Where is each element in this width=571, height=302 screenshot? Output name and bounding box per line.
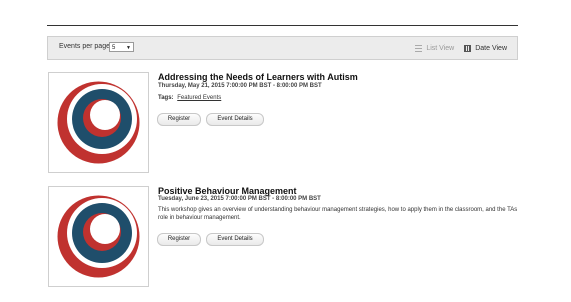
view-switch: List View Date View: [415, 42, 507, 54]
event-tags: Tags: Featured Events: [158, 95, 221, 101]
events-toolbar: Events per page 5 ▼ List View Date View: [47, 36, 518, 60]
event-details-button[interactable]: Event Details: [206, 233, 264, 246]
event-thumbnail[interactable]: [48, 186, 149, 287]
list-icon: [415, 44, 423, 52]
organisation-logo: [57, 195, 140, 278]
tag-link[interactable]: Featured Events: [177, 95, 221, 101]
event-description: This workshop gives an overview of under…: [158, 207, 518, 221]
event-title[interactable]: Addressing the Needs of Learners with Au…: [158, 72, 358, 82]
event-details-button[interactable]: Event Details: [206, 113, 264, 126]
register-button[interactable]: Register: [157, 233, 201, 246]
list-view-label: List View: [426, 44, 455, 52]
date-view-toggle[interactable]: Date View: [464, 44, 507, 52]
events-per-page-select[interactable]: 5 ▼: [109, 42, 134, 52]
event-item: Addressing the Needs of Learners with Au…: [47, 72, 517, 182]
calendar-icon: [464, 44, 472, 52]
event-title[interactable]: Positive Behaviour Management: [158, 186, 297, 196]
register-button[interactable]: Register: [157, 113, 201, 126]
event-date: Tuesday, June 23, 2015 7:00:00 PM BST - …: [158, 196, 321, 202]
event-thumbnail[interactable]: [48, 72, 149, 173]
list-view-toggle[interactable]: List View: [415, 44, 455, 52]
tags-label: Tags:: [158, 95, 174, 101]
chevron-down-icon: ▼: [126, 45, 131, 51]
organisation-logo: [57, 81, 140, 164]
events-per-page-label: Events per page: [59, 43, 110, 50]
date-view-label: Date View: [475, 44, 507, 52]
event-date: Thursday, May 21, 2015 7:00:00 PM BST - …: [158, 83, 322, 89]
event-item: Positive Behaviour Management Tuesday, J…: [47, 186, 517, 296]
events-per-page-value: 5: [112, 45, 116, 51]
top-divider: [47, 25, 518, 26]
